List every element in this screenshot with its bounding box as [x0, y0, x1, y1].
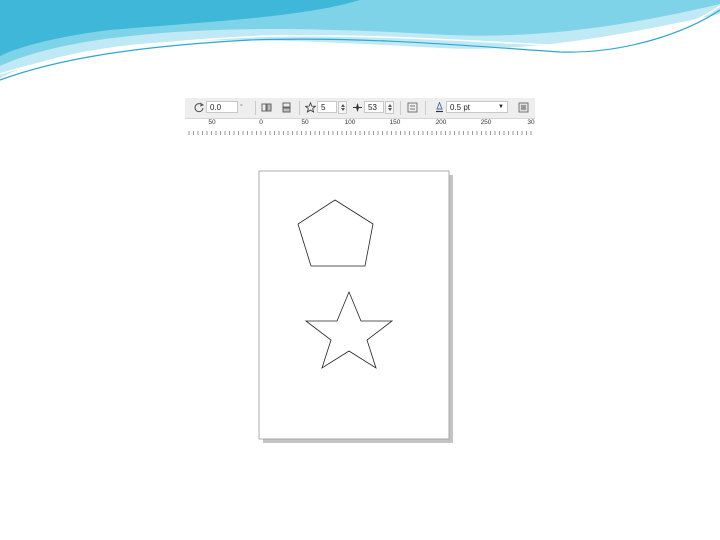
toolbar-separator — [255, 101, 256, 115]
chevron-down-icon[interactable]: ▼ — [498, 101, 504, 114]
outline-pen-icon — [436, 102, 443, 113]
canvas-drawing — [258, 170, 453, 443]
star-points-spinner[interactable] — [338, 101, 347, 114]
wrap-paragraph-icon[interactable] — [407, 102, 418, 113]
toolbar-separator — [299, 101, 300, 115]
rotation-input[interactable]: 0.0 — [206, 101, 238, 113]
degree-symbol: ° — [240, 104, 243, 111]
toolbar-separator — [425, 101, 426, 115]
ruler-ticks — [188, 131, 532, 135]
property-bar: 0.0 ° 5 53 0.5 pt ▼ — [185, 98, 535, 119]
sharpness-spinner[interactable] — [385, 101, 394, 114]
sharpness-input[interactable]: 53 — [364, 101, 384, 113]
slide-wave-decoration — [0, 0, 720, 81]
mirror-horizontal-icon[interactable] — [261, 102, 272, 113]
software-screenshot: 0.0 ° 5 53 0.5 pt ▼ 50 0 50 100 150 200 … — [185, 98, 535, 458]
star-points-icon — [305, 102, 316, 113]
sharpness-icon — [353, 103, 362, 112]
horizontal-ruler: 50 0 50 100 150 200 250 30 — [185, 119, 535, 136]
object-properties-icon[interactable] — [518, 102, 529, 113]
mirror-vertical-icon[interactable] — [281, 102, 292, 113]
rotate-icon — [194, 102, 205, 113]
toolbar-separator — [400, 101, 401, 115]
star-points-input[interactable]: 5 — [317, 101, 337, 113]
drawing-canvas[interactable] — [185, 135, 535, 458]
